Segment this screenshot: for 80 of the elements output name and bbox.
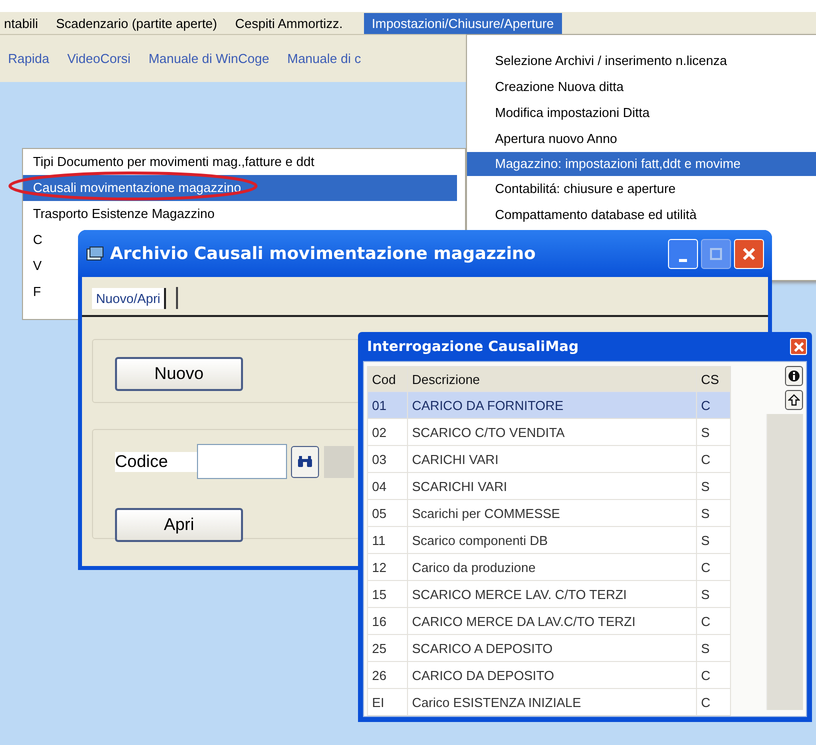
window-title: Archivio Causali movimentazione magazzino	[110, 244, 536, 264]
up-arrow-icon	[788, 394, 800, 406]
column-header: CS	[696, 366, 730, 392]
table-cell: 05	[368, 500, 408, 526]
open-button[interactable]: Apri	[115, 508, 243, 542]
field-label: Codice	[115, 452, 197, 472]
menu-item[interactable]: Trasporto Esistenze Magazzino	[23, 201, 465, 227]
table-cell: C	[696, 608, 730, 634]
tab[interactable]: Nuovo/Apri	[92, 288, 166, 309]
window-title: Interrogazione CausaliMag	[367, 338, 579, 354]
menu-item[interactable]: ntabili	[0, 12, 45, 34]
info-button[interactable]	[785, 366, 803, 386]
maximize-button[interactable]	[701, 238, 731, 268]
menu-item[interactable]: Modifica impostazioni Ditta	[467, 100, 816, 126]
search-button[interactable]	[291, 446, 319, 478]
binoculars-icon	[297, 456, 313, 468]
menu-item[interactable]: Scadenzario (partite aperte)	[48, 12, 224, 34]
table-cell: 04	[368, 472, 408, 500]
menu-item[interactable]: Compattamento database ed utilità	[467, 202, 816, 228]
table-cell: 25	[368, 634, 408, 662]
table-cell: 03	[368, 446, 408, 472]
table-cell: EI	[368, 688, 408, 716]
minimize-button[interactable]	[668, 238, 698, 268]
table-cell: 26	[368, 662, 408, 688]
table-cell: CARICO MERCE DA LAV.C/TO TERZI	[408, 608, 696, 634]
menu-item[interactable]: Tipi Documento per movimenti mag.,fatture e ddt	[23, 149, 465, 175]
close-button[interactable]	[790, 338, 807, 355]
column-header: Cod	[368, 366, 408, 392]
column-header: Descrizione	[408, 366, 696, 392]
up-button[interactable]	[785, 390, 803, 410]
table-cell: 01	[368, 392, 408, 418]
table-cell: Scarichi per COMMESSE	[408, 500, 696, 526]
table-cell: Carico ESISTENZA INIZIALE	[408, 688, 696, 716]
disabled-field	[324, 446, 354, 478]
menu-item[interactable]: Contabilitá: chiusure e aperture	[467, 176, 816, 202]
table-cell: S	[696, 634, 730, 662]
maximize-icon	[710, 248, 722, 260]
toolbar-link[interactable]: VideoCorsi	[67, 51, 131, 66]
table-cell: SCARICO C/TO VENDITA	[408, 418, 696, 446]
table-cell: 11	[368, 526, 408, 554]
toolbar-link[interactable]: Manuale di WinCoge	[148, 51, 270, 66]
table-cell: CARICO DA DEPOSITO	[408, 662, 696, 688]
menu-item[interactable]: Impostazioni/Chiusure/Aperture	[364, 12, 562, 34]
app-icon	[86, 246, 104, 262]
menu-item[interactable]: Selezione Archivi / inserimento n.licenza	[467, 48, 816, 74]
table-cell: CARICO DA FORNITORE	[408, 392, 696, 418]
table-cell: S	[696, 580, 730, 608]
table-cell: Scarico componenti DB	[408, 526, 696, 554]
code-field[interactable]	[197, 444, 287, 479]
table-cell: CARICHI VARI	[408, 446, 696, 472]
table-cell: 12	[368, 554, 408, 580]
table-cell: SCARICHI VARI	[408, 472, 696, 500]
close-icon	[794, 342, 804, 352]
table-cell: 02	[368, 418, 408, 446]
table-cell: S	[696, 472, 730, 500]
info-icon	[788, 370, 800, 382]
table-cell: C	[696, 662, 730, 688]
table-cell: C	[696, 446, 730, 472]
table-cell: SCARICO A DEPOSITO	[408, 634, 696, 662]
menu-item[interactable]: Causali movimentazione magazzino	[23, 175, 457, 201]
menu-item[interactable]: Apertura nuovo Anno	[467, 126, 816, 152]
table-cell: S	[696, 500, 730, 526]
menu-item[interactable]: Creazione Nuova ditta	[467, 74, 816, 100]
table-cell: S	[696, 418, 730, 446]
table-cell: Carico da produzione	[408, 554, 696, 580]
close-icon	[742, 246, 756, 260]
table-cell: S	[696, 526, 730, 554]
new-button[interactable]: Nuovo	[115, 357, 243, 391]
toolbar-link[interactable]: Rapida	[8, 51, 50, 66]
table-cell: C	[696, 554, 730, 580]
menu-item[interactable]: Magazzino: impostazioni fatt,ddt e movime	[467, 152, 816, 176]
menu-item[interactable]: Cespiti Ammortizz.	[228, 12, 350, 34]
toolbar-link[interactable]: Manuale di c	[287, 51, 361, 66]
table-cell: C	[696, 688, 730, 716]
close-button[interactable]	[734, 238, 764, 268]
minimize-icon	[679, 259, 687, 262]
table-cell: 15	[368, 580, 408, 608]
table-cell: SCARICO MERCE LAV. C/TO TERZI	[408, 580, 696, 608]
table-cell: C	[696, 392, 730, 418]
table-cell: 16	[368, 608, 408, 634]
